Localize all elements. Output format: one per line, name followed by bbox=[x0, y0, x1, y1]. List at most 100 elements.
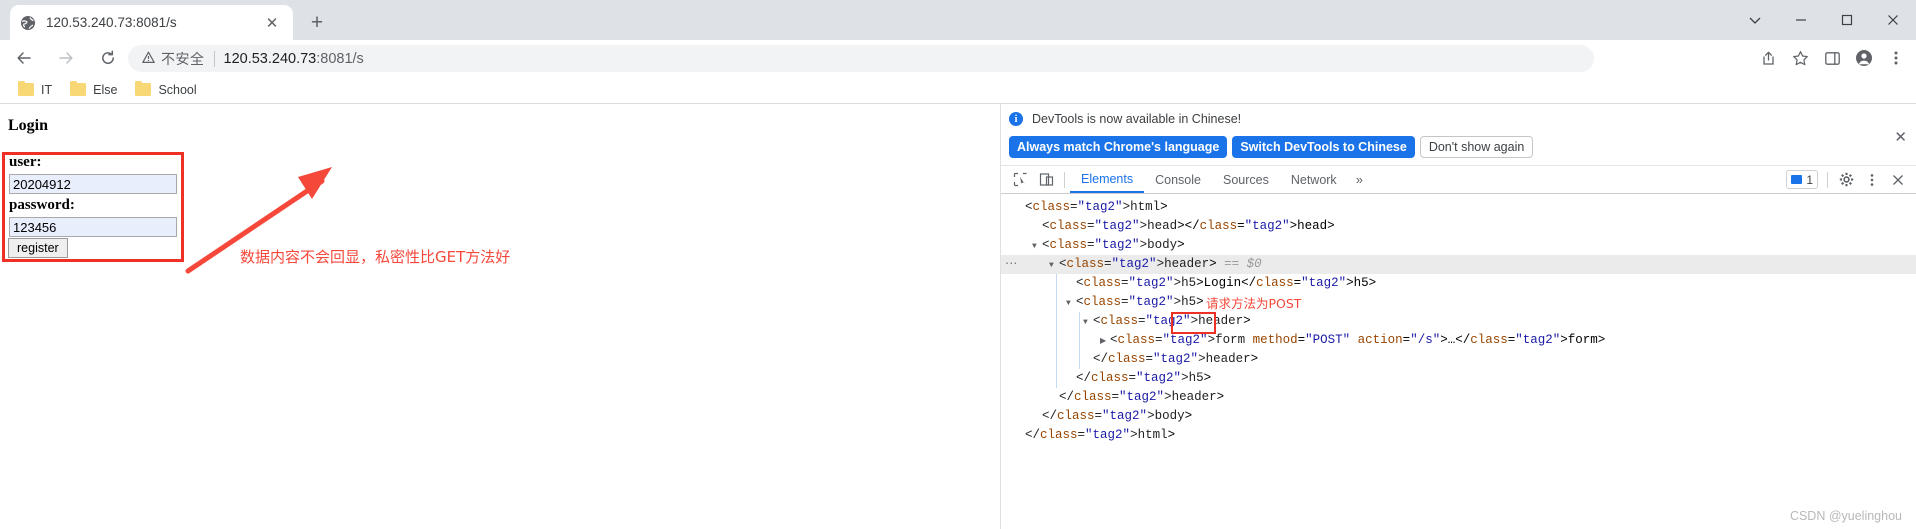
always-match-language-button[interactable]: Always match Chrome's language bbox=[1009, 136, 1228, 158]
post-method-highlight-box bbox=[1171, 312, 1216, 334]
security-status-label: 不安全 bbox=[161, 50, 205, 67]
dom-tree-line[interactable]: ▶ <class="tag2">form method="POST" action… bbox=[1001, 331, 1916, 350]
tree-guide-line bbox=[1079, 312, 1080, 369]
expand-triangle-icon[interactable]: ▼ bbox=[1083, 313, 1093, 332]
dom-tree-line[interactable]: <class="tag2">head></class="tag2">head> bbox=[1001, 217, 1916, 236]
omnibox-divider bbox=[213, 50, 215, 67]
toolbar-actions bbox=[1752, 40, 1912, 76]
share-icon[interactable] bbox=[1752, 42, 1784, 74]
page-annotation-text: 数据内容不会回显，私密性比GET方法好 bbox=[240, 248, 511, 266]
devtools-language-notice: i DevTools is now available in Chinese! … bbox=[1001, 104, 1916, 166]
expand-triangle-icon[interactable]: ▼ bbox=[1049, 256, 1059, 275]
forward-icon[interactable] bbox=[48, 40, 84, 76]
device-toolbar-icon[interactable] bbox=[1033, 167, 1059, 193]
star-icon[interactable] bbox=[1784, 42, 1816, 74]
page-title: Login bbox=[8, 117, 49, 134]
folder-icon bbox=[70, 80, 87, 96]
dom-line-content: <class="tag2">header bbox=[1059, 257, 1210, 271]
dom-tree-line[interactable]: </class="tag2">html> bbox=[1001, 426, 1916, 445]
dom-tree-line[interactable]: </class="tag2">h5> bbox=[1001, 369, 1916, 388]
sidepanel-icon[interactable] bbox=[1816, 42, 1848, 74]
tree-guide-line bbox=[1056, 274, 1057, 388]
dom-line-content: <class="tag2">form bbox=[1110, 333, 1246, 347]
devtools-panel: i DevTools is now available in Chinese! … bbox=[1000, 104, 1916, 529]
warning-triangle-icon bbox=[142, 51, 155, 66]
chrome-menu-icon[interactable] bbox=[1880, 42, 1912, 74]
browser-toolbar: 不安全 120.53.240.73:8081/s bbox=[0, 40, 1916, 76]
register-button[interactable]: register bbox=[8, 238, 68, 258]
dom-line-content: <class="tag2">body bbox=[1042, 238, 1178, 252]
dom-line-content: </class="tag2">body bbox=[1042, 409, 1185, 423]
user-input[interactable] bbox=[9, 174, 177, 194]
watermark: CSDN @yuelinghou bbox=[1789, 509, 1902, 523]
address-bar[interactable]: 不安全 120.53.240.73:8081/s bbox=[128, 45, 1594, 72]
info-icon: i bbox=[1009, 112, 1023, 126]
toolbar-divider bbox=[1064, 171, 1065, 188]
devtools-close-icon[interactable] bbox=[1885, 167, 1911, 193]
dom-tree-line[interactable]: ▼ <class="tag2">header> bbox=[1001, 312, 1916, 331]
bookmark-school[interactable]: School bbox=[127, 79, 204, 101]
message-icon bbox=[1791, 175, 1803, 184]
dom-line-content: <class="tag2">html bbox=[1025, 200, 1161, 214]
url-host: 120.53.240.73 bbox=[223, 50, 317, 67]
tab-network[interactable]: Network bbox=[1280, 166, 1348, 193]
message-count-badge[interactable]: 1 bbox=[1786, 170, 1818, 189]
expand-triangle-icon[interactable]: ▼ bbox=[1066, 294, 1076, 313]
minimize-icon[interactable] bbox=[1778, 0, 1824, 40]
dom-line-content: <class="tag2">h5 bbox=[1076, 276, 1197, 290]
notice-button-row: Always match Chrome's language Switch De… bbox=[1009, 136, 1534, 158]
maximize-icon[interactable] bbox=[1824, 0, 1870, 40]
dom-line-content: <class="tag2">h5 bbox=[1076, 295, 1197, 309]
browser-tab[interactable]: 120.53.240.73:8081/s ✕ bbox=[10, 5, 293, 40]
devtools-tab-actions: 1 bbox=[1786, 167, 1916, 193]
reload-icon[interactable] bbox=[90, 40, 126, 76]
notice-message-row: i DevTools is now available in Chinese! bbox=[1009, 112, 1241, 126]
bookmark-it[interactable]: IT bbox=[10, 79, 60, 101]
dom-tree-line[interactable]: <class="tag2">h5>Login</class="tag2">h5> bbox=[1001, 274, 1916, 293]
message-count: 1 bbox=[1806, 172, 1813, 187]
tab-elements[interactable]: Elements bbox=[1070, 166, 1145, 193]
notice-close-icon[interactable]: ✕ bbox=[1894, 130, 1907, 145]
dom-line-content: <class="tag2">head bbox=[1042, 219, 1178, 233]
gear-icon[interactable] bbox=[1833, 167, 1859, 193]
dom-tree[interactable]: <class="tag2">html> <class="tag2">head></… bbox=[1001, 195, 1916, 529]
url-text: 120.53.240.73:8081/s bbox=[224, 51, 364, 67]
devtools-tab-bar: Elements Console Sources Network » 1 bbox=[1001, 166, 1916, 194]
dom-tree-line[interactable]: ▼ <class="tag2">h5> bbox=[1001, 293, 1916, 312]
dom-tree-line[interactable]: </class="tag2">body> bbox=[1001, 407, 1916, 426]
dom-line-content: </class="tag2">html bbox=[1025, 428, 1168, 442]
back-icon[interactable] bbox=[6, 40, 42, 76]
folder-icon bbox=[135, 80, 152, 96]
more-vertical-icon[interactable] bbox=[1859, 167, 1885, 193]
expand-triangle-icon[interactable]: ▼ bbox=[1032, 237, 1042, 256]
expand-triangle-icon[interactable]: ▶ bbox=[1100, 332, 1110, 351]
window-close-icon[interactable] bbox=[1870, 0, 1916, 40]
password-label: password: bbox=[9, 197, 75, 213]
dom-tree-line[interactable]: </class="tag2">header> bbox=[1001, 350, 1916, 369]
page-viewport: Login user: password: register 数据内容不会回显，… bbox=[0, 104, 1000, 529]
dom-line-content: </class="tag2">header bbox=[1093, 352, 1251, 366]
tab-console[interactable]: Console bbox=[1144, 166, 1212, 193]
dom-tree-line[interactable]: ⋯ ▼ <class="tag2">header> == $0 bbox=[1001, 255, 1916, 274]
switch-devtools-language-button[interactable]: Switch DevTools to Chinese bbox=[1232, 136, 1415, 158]
password-input[interactable] bbox=[9, 217, 177, 237]
tab-sources[interactable]: Sources bbox=[1212, 166, 1280, 193]
new-tab-button[interactable]: + bbox=[303, 9, 331, 37]
node-menu-icon[interactable]: ⋯ bbox=[1005, 255, 1019, 274]
chevron-down-icon[interactable] bbox=[1732, 0, 1778, 40]
notice-text: DevTools is now available in Chinese! bbox=[1032, 112, 1242, 126]
dom-tree-line[interactable]: ▼ <class="tag2">body> bbox=[1001, 236, 1916, 255]
inspect-element-icon[interactable] bbox=[1007, 167, 1033, 193]
tab-strip: 120.53.240.73:8081/s ✕ + bbox=[0, 0, 1916, 40]
actions-divider bbox=[1827, 171, 1828, 188]
dom-tree-line[interactable]: </class="tag2">header> bbox=[1001, 388, 1916, 407]
dont-show-again-button[interactable]: Don't show again bbox=[1419, 136, 1534, 158]
profile-avatar-icon[interactable] bbox=[1848, 42, 1880, 74]
bookmark-label: Else bbox=[93, 82, 118, 97]
tab-close-icon[interactable]: ✕ bbox=[261, 12, 283, 34]
more-tabs-icon[interactable]: » bbox=[1348, 172, 1371, 187]
bookmark-label: IT bbox=[41, 82, 53, 97]
bookmark-else[interactable]: Else bbox=[62, 79, 125, 101]
dom-tree-line[interactable]: <class="tag2">html> bbox=[1001, 198, 1916, 217]
url-path: :8081/s bbox=[316, 50, 364, 67]
